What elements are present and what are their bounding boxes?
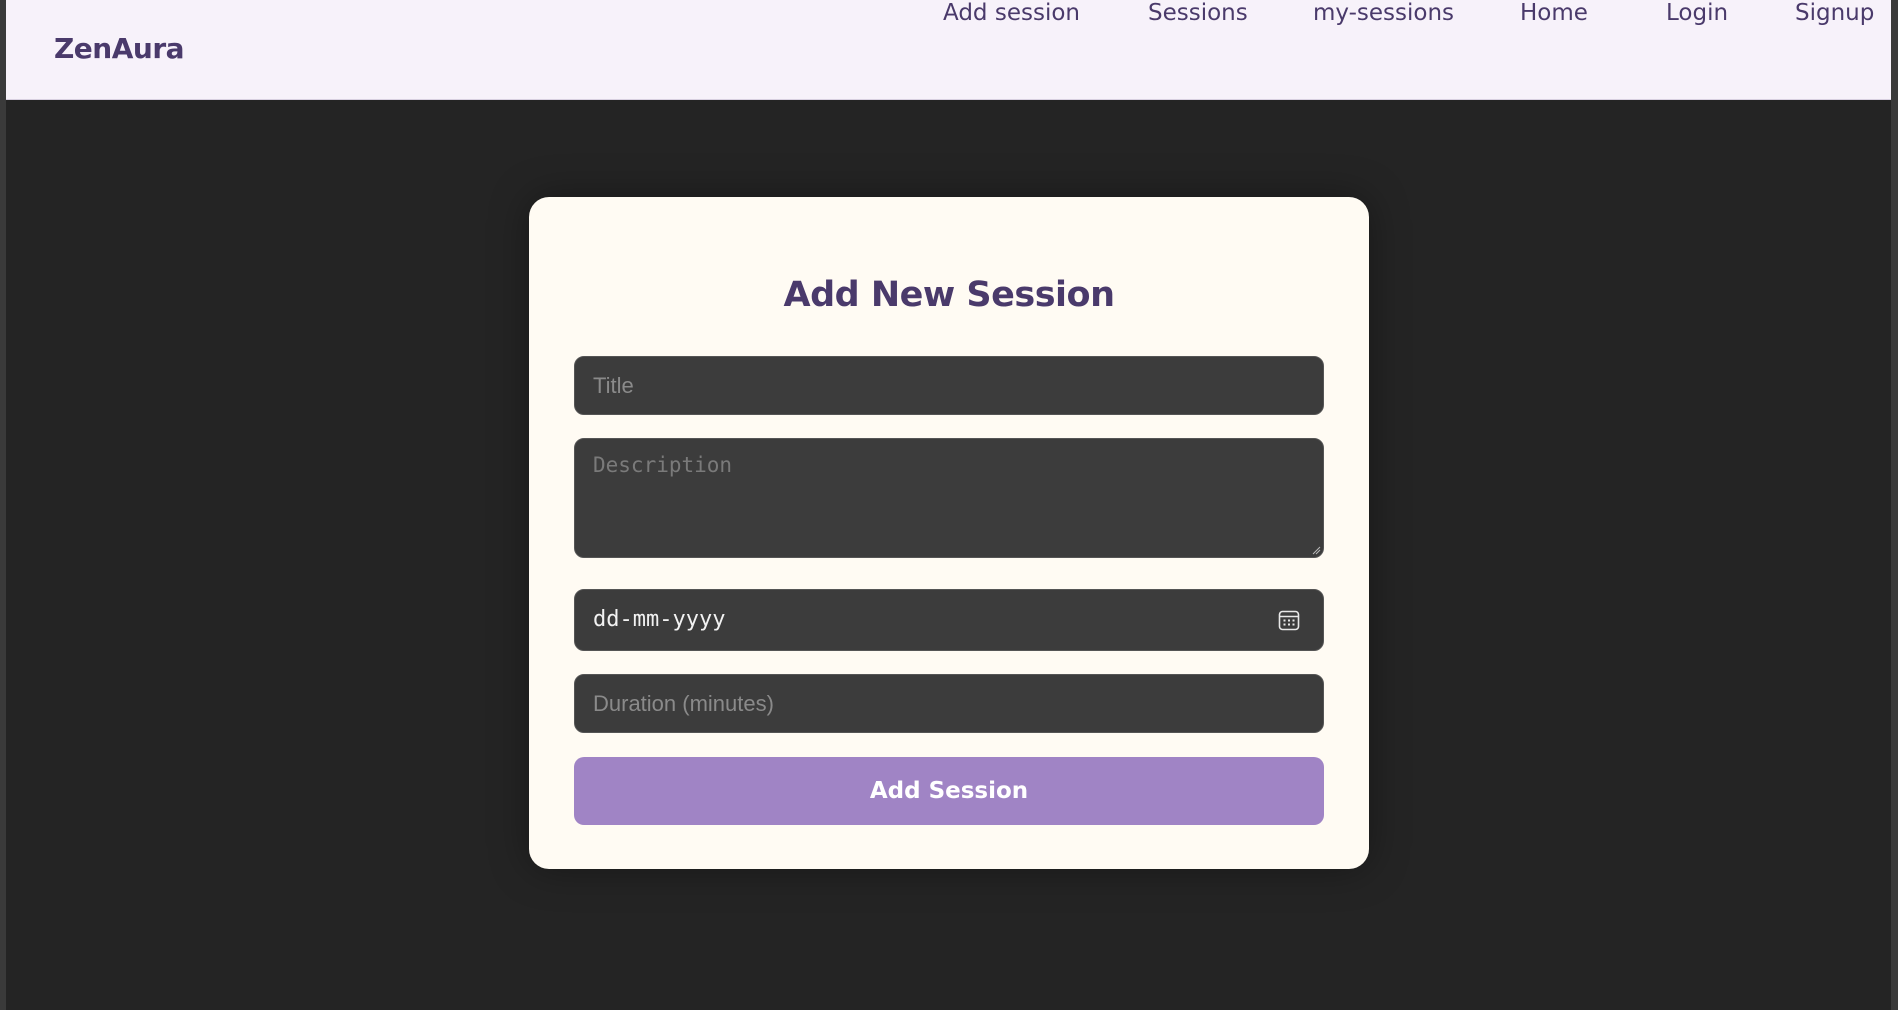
brand-logo[interactable]: ZenAura (54, 32, 185, 65)
resize-grip-icon[interactable] (1311, 545, 1321, 555)
add-session-button[interactable]: Add Session (574, 757, 1324, 825)
description-textarea[interactable] (575, 439, 1323, 557)
duration-field-wrapper (574, 674, 1324, 733)
app-window: ZenAura Add session Sessions my-sessions… (0, 0, 1898, 1010)
nav-link-signup[interactable]: Signup (1795, 0, 1874, 26)
window-border-left (0, 0, 6, 1010)
top-navbar: ZenAura Add session Sessions my-sessions… (6, 0, 1891, 100)
nav-link-sessions[interactable]: Sessions (1148, 0, 1248, 26)
calendar-icon[interactable] (1277, 608, 1301, 632)
title-input[interactable] (575, 357, 1323, 414)
duration-input[interactable] (575, 675, 1323, 732)
nav-link-my-sessions[interactable]: my-sessions (1313, 0, 1454, 26)
description-field-wrapper (574, 438, 1324, 558)
add-session-card: Add New Session dd-mm-yyyy (529, 197, 1369, 869)
window-border-right (1891, 0, 1898, 1010)
date-input[interactable]: dd-mm-yyyy (574, 589, 1324, 651)
nav-link-add-session[interactable]: Add session (943, 0, 1080, 26)
title-field-wrapper (574, 356, 1324, 415)
form-heading: Add New Session (783, 275, 1116, 315)
nav-link-home[interactable]: Home (1520, 0, 1588, 26)
date-placeholder-text: dd-mm-yyyy (593, 607, 726, 632)
nav-link-login[interactable]: Login (1666, 0, 1728, 26)
